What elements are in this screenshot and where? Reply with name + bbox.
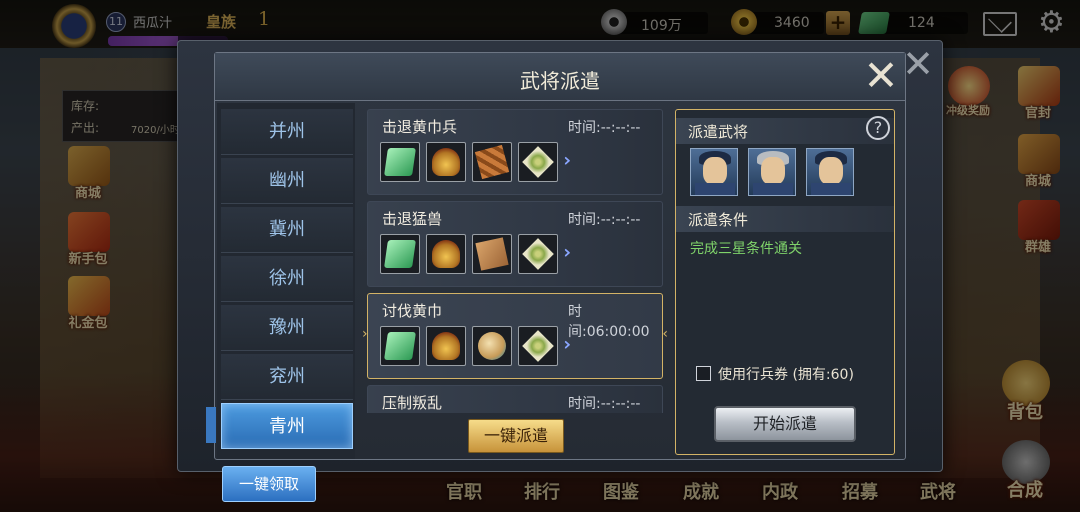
generals-title: 派遣武将	[688, 123, 749, 141]
reward-slot[interactable]	[380, 142, 420, 182]
general-face	[703, 157, 727, 185]
conditions-title: 派遣条件	[688, 211, 749, 229]
reward-slot[interactable]	[426, 326, 466, 366]
reward-slot[interactable]	[518, 234, 558, 274]
close-icon[interactable]: ✕	[861, 55, 901, 97]
tab-jizhou[interactable]: 冀州	[221, 207, 353, 253]
province-tabs: 并州 幽州 冀州 徐州 豫州 兖州 青州	[217, 103, 355, 459]
general-portrait[interactable]	[748, 148, 796, 196]
reward-slot[interactable]	[380, 326, 420, 366]
condition-text: 完成三星条件通关	[690, 241, 802, 257]
tab-yuzhou[interactable]: 豫州	[221, 305, 353, 351]
help-icon[interactable]: ?	[866, 116, 890, 140]
general-armor	[695, 183, 735, 195]
use-ticket-checkbox[interactable]	[696, 366, 711, 381]
jade-icon	[384, 148, 416, 176]
reward-slot[interactable]	[472, 326, 512, 366]
rice-icon	[522, 330, 554, 362]
helmet-icon	[432, 332, 460, 360]
start-dispatch-button[interactable]: 开始派遣	[714, 406, 856, 442]
jade-icon	[384, 332, 416, 360]
jade-icon	[384, 240, 416, 268]
mission-time: 时间:--:--:--	[568, 396, 641, 412]
reward-slot[interactable]	[518, 326, 558, 366]
reward-slot[interactable]	[380, 234, 420, 274]
tab-youzhou[interactable]: 幽州	[221, 158, 353, 204]
tab-qingzhou[interactable]: 青州	[221, 403, 353, 449]
rice-icon	[522, 146, 554, 178]
collect-all-button[interactable]: 一键领取	[222, 466, 316, 502]
reward-slot[interactable]	[426, 234, 466, 274]
wood-icon	[474, 144, 510, 180]
general-portrait[interactable]	[690, 148, 738, 196]
reward-slot[interactable]	[518, 142, 558, 182]
dispatch-dialog: 武将派遣 ✕ 并州 幽州 冀州 徐州 豫州 兖州 青州 击退黄巾兵 时间:--:…	[214, 52, 906, 460]
shell-icon	[478, 332, 506, 360]
dispatch-all-button[interactable]: 一键派遣	[468, 419, 564, 453]
tab-xuzhou[interactable]: 徐州	[221, 256, 353, 302]
reward-slot[interactable]	[426, 142, 466, 182]
tab-list-scroll-indicator	[206, 407, 216, 443]
use-ticket-label: 使用行兵券 (拥有:60)	[718, 367, 854, 383]
mission-time: 时间:--:--:--	[568, 120, 641, 136]
tab-yanzhou[interactable]: 兖州	[221, 354, 353, 400]
generals-header: 派遣武将	[676, 118, 894, 144]
general-portrait[interactable]	[806, 148, 854, 196]
dispatch-detail-panel: 派遣武将 ? 派遣条件 完成三星条件通关 使用行兵券 (拥有:60) 开始派遣	[675, 109, 895, 455]
dialog-title: 武将派遣	[520, 69, 600, 93]
selection-arrow-right-icon: ‹	[662, 326, 668, 342]
helmet-icon	[432, 240, 460, 268]
mission-name: 压制叛乱	[382, 394, 443, 412]
selection-arrow-left-icon: ›	[363, 326, 368, 342]
mission-item[interactable]: 击退猛兽 时间:--:--:-- ››	[367, 201, 663, 287]
general-armor	[811, 183, 851, 195]
mission-item[interactable]: 压制叛乱 时间:--:--:--	[367, 385, 663, 413]
dialog-header: 武将派遣 ✕	[215, 53, 905, 101]
mission-time: 时间:--:--:--	[568, 212, 641, 228]
rice-icon	[522, 238, 554, 270]
mission-name: 击退猛兽	[382, 210, 443, 228]
general-face	[761, 157, 785, 185]
mission-name: 讨伐黄巾	[382, 302, 443, 320]
helmet-icon	[432, 148, 460, 176]
mission-item-selected[interactable]: › ‹ 讨伐黄巾 时间:06:00:00 ››	[363, 293, 668, 379]
tab-bingzhou[interactable]: 并州	[221, 109, 353, 155]
conditions-header: 派遣条件	[676, 206, 894, 232]
scroll-icon	[475, 237, 509, 271]
general-armor	[753, 183, 793, 195]
mission-list[interactable]: 击退黄巾兵 时间:--:--:-- ›› 击退猛兽 时间:--:--:-- ››	[363, 103, 669, 413]
reward-slot[interactable]	[472, 142, 512, 182]
mission-item[interactable]: 击退黄巾兵 时间:--:--:-- ››	[367, 109, 663, 195]
mission-time: 时间:06:00:00	[568, 304, 650, 340]
reward-slot[interactable]	[472, 234, 512, 274]
mission-name: 击退黄巾兵	[382, 118, 458, 136]
general-face	[819, 157, 843, 185]
